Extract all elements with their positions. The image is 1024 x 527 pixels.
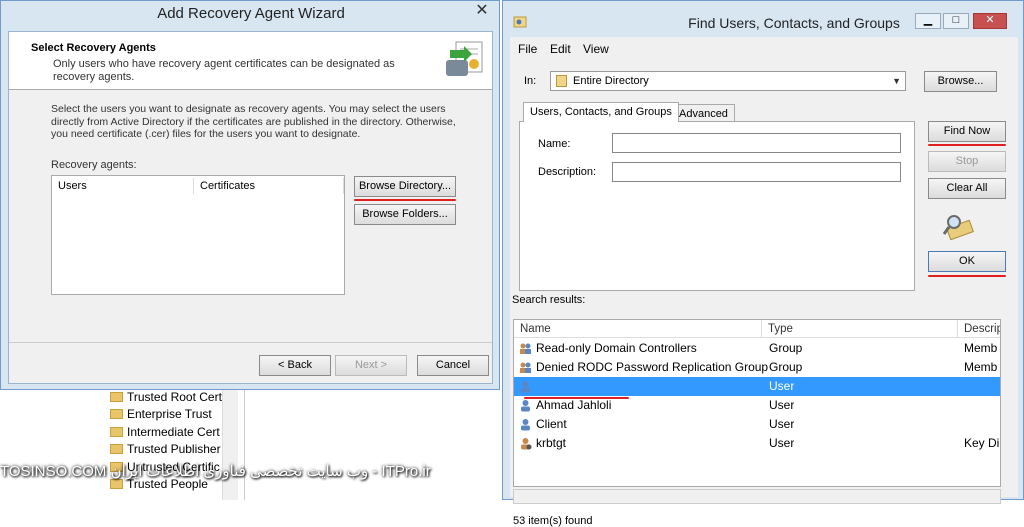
wizard-title: Add Recovery Agent Wizard: [157, 5, 345, 22]
row-type: User: [769, 379, 795, 393]
folder-icon: [110, 443, 123, 454]
recovery-agent-wizard: Add Recovery Agent Wizard ✕ Select Recov…: [0, 0, 500, 390]
intro-text: Select the users you want to designate a…: [51, 103, 456, 140]
description-label: Description:: [538, 166, 597, 178]
results-horizontal-scrollbar[interactable]: [513, 489, 1001, 504]
row-type: Group: [769, 360, 803, 374]
tab-users-contacts-groups[interactable]: Users, Contacts, and Groups: [523, 102, 679, 122]
divider: [9, 342, 492, 343]
maximize-icon[interactable]: □: [943, 13, 969, 29]
row-name: Ahmad Jahloli: [536, 398, 612, 412]
name-label: Name:: [538, 138, 571, 150]
table-row[interactable]: Read-only Domain Controllers Group Memb: [514, 339, 1000, 358]
row-name: krbtgt: [536, 436, 567, 450]
recovery-agents-list[interactable]: Users Certificates: [51, 175, 345, 295]
directory-icon: [556, 75, 567, 87]
column-users[interactable]: Users: [52, 178, 194, 194]
table-row[interactable]: krbtgt User Key Di: [514, 434, 1000, 453]
column-certificates[interactable]: Certificates: [194, 178, 344, 194]
chevron-down-icon[interactable]: ▼: [892, 72, 901, 90]
row-type: User: [769, 398, 795, 412]
row-type: User: [769, 436, 795, 450]
close-icon[interactable]: ✕: [973, 13, 1007, 29]
highlight-underline: [928, 144, 1006, 146]
status-count: 53 item(s) found: [513, 515, 593, 527]
next-button[interactable]: Next >: [335, 355, 407, 376]
folder-icon: [110, 391, 123, 402]
folder-icon: [110, 408, 123, 419]
scope-value: Entire Directory: [573, 75, 649, 87]
ok-button[interactable]: OK: [928, 251, 1006, 272]
tab-panel: Name: Description:: [519, 121, 915, 291]
column-description[interactable]: Descrip: [958, 320, 1000, 338]
highlight-underline: [928, 275, 1006, 277]
header-title: Select Recovery Agents: [31, 42, 156, 54]
scope-dropdown[interactable]: Entire Directory ▼: [550, 71, 906, 91]
menu-view[interactable]: View: [583, 42, 609, 56]
group-icon: [520, 343, 531, 354]
clear-all-button[interactable]: Clear All: [928, 178, 1006, 199]
header-description: Only users who have recovery agent certi…: [53, 58, 395, 83]
stop-button[interactable]: Stop: [928, 151, 1006, 172]
watermark: TOSINSO.COM وب سایت تخصصی فناوری اطلاعات…: [0, 463, 431, 480]
row-description: Memb: [964, 360, 998, 374]
tree-item[interactable]: Enterprise Trust: [110, 405, 212, 422]
row-name: Denied RODC Password Replication Group: [536, 360, 769, 374]
wizard-body: Select Recovery Agents Only users who ha…: [8, 31, 493, 384]
wizard-header: Select Recovery Agents Only users who ha…: [9, 32, 492, 90]
row-description: Memb: [964, 341, 998, 355]
browse-folders-button[interactable]: Browse Folders...: [354, 204, 456, 225]
menu-edit[interactable]: Edit: [550, 42, 571, 56]
cancel-button[interactable]: Cancel: [417, 355, 489, 376]
user-icon: [521, 400, 530, 412]
search-results-label: Search results:: [512, 294, 586, 306]
find-users-dialog: Find Users, Contacts, and Groups ▁ □ ✕ F…: [502, 0, 1024, 527]
highlight-underline: [354, 199, 456, 201]
table-row[interactable]: Client User: [514, 415, 1000, 434]
column-name[interactable]: Name: [514, 320, 762, 338]
browse-directory-button[interactable]: Browse Directory...: [354, 176, 456, 197]
in-label: In:: [524, 75, 537, 87]
user-icon: [521, 419, 530, 431]
recovery-agents-label: Recovery agents:: [51, 159, 137, 171]
tree-item[interactable]: Intermediate Cert: [110, 423, 220, 440]
row-name: Read-only Domain Controllers: [536, 341, 697, 355]
minimize-icon[interactable]: ▁: [915, 13, 941, 29]
row-type: User: [769, 417, 795, 431]
browse-button[interactable]: Browse...: [924, 71, 997, 92]
column-type[interactable]: Type: [762, 320, 958, 338]
dialog-body: File Edit View In: Entire Directory ▼ Br…: [510, 37, 1018, 527]
table-row-selected[interactable]: User: [514, 377, 1000, 396]
close-icon[interactable]: ✕: [467, 1, 497, 21]
certificate-icon: [446, 41, 483, 76]
search-icon: [942, 215, 974, 240]
row-type: Group: [769, 341, 803, 355]
row-description: Key Di: [964, 436, 1000, 450]
group-icon: [520, 362, 531, 373]
description-field[interactable]: [612, 162, 901, 182]
tree-item[interactable]: Trusted Root Cert: [110, 388, 222, 405]
back-button[interactable]: < Back: [259, 355, 331, 376]
table-row[interactable]: Denied RODC Password Replication Group G…: [514, 358, 1000, 377]
menu-file[interactable]: File: [518, 42, 537, 56]
user-icon: [521, 381, 530, 393]
table-row[interactable]: Ahmad Jahloli User: [514, 396, 1000, 415]
find-now-button[interactable]: Find Now: [928, 121, 1006, 142]
name-field[interactable]: [612, 133, 901, 153]
folder-icon: [110, 426, 123, 437]
user-disabled-icon: [521, 438, 532, 450]
row-name: Client: [536, 417, 567, 431]
tree-item[interactable]: Trusted Publisher: [110, 440, 221, 457]
